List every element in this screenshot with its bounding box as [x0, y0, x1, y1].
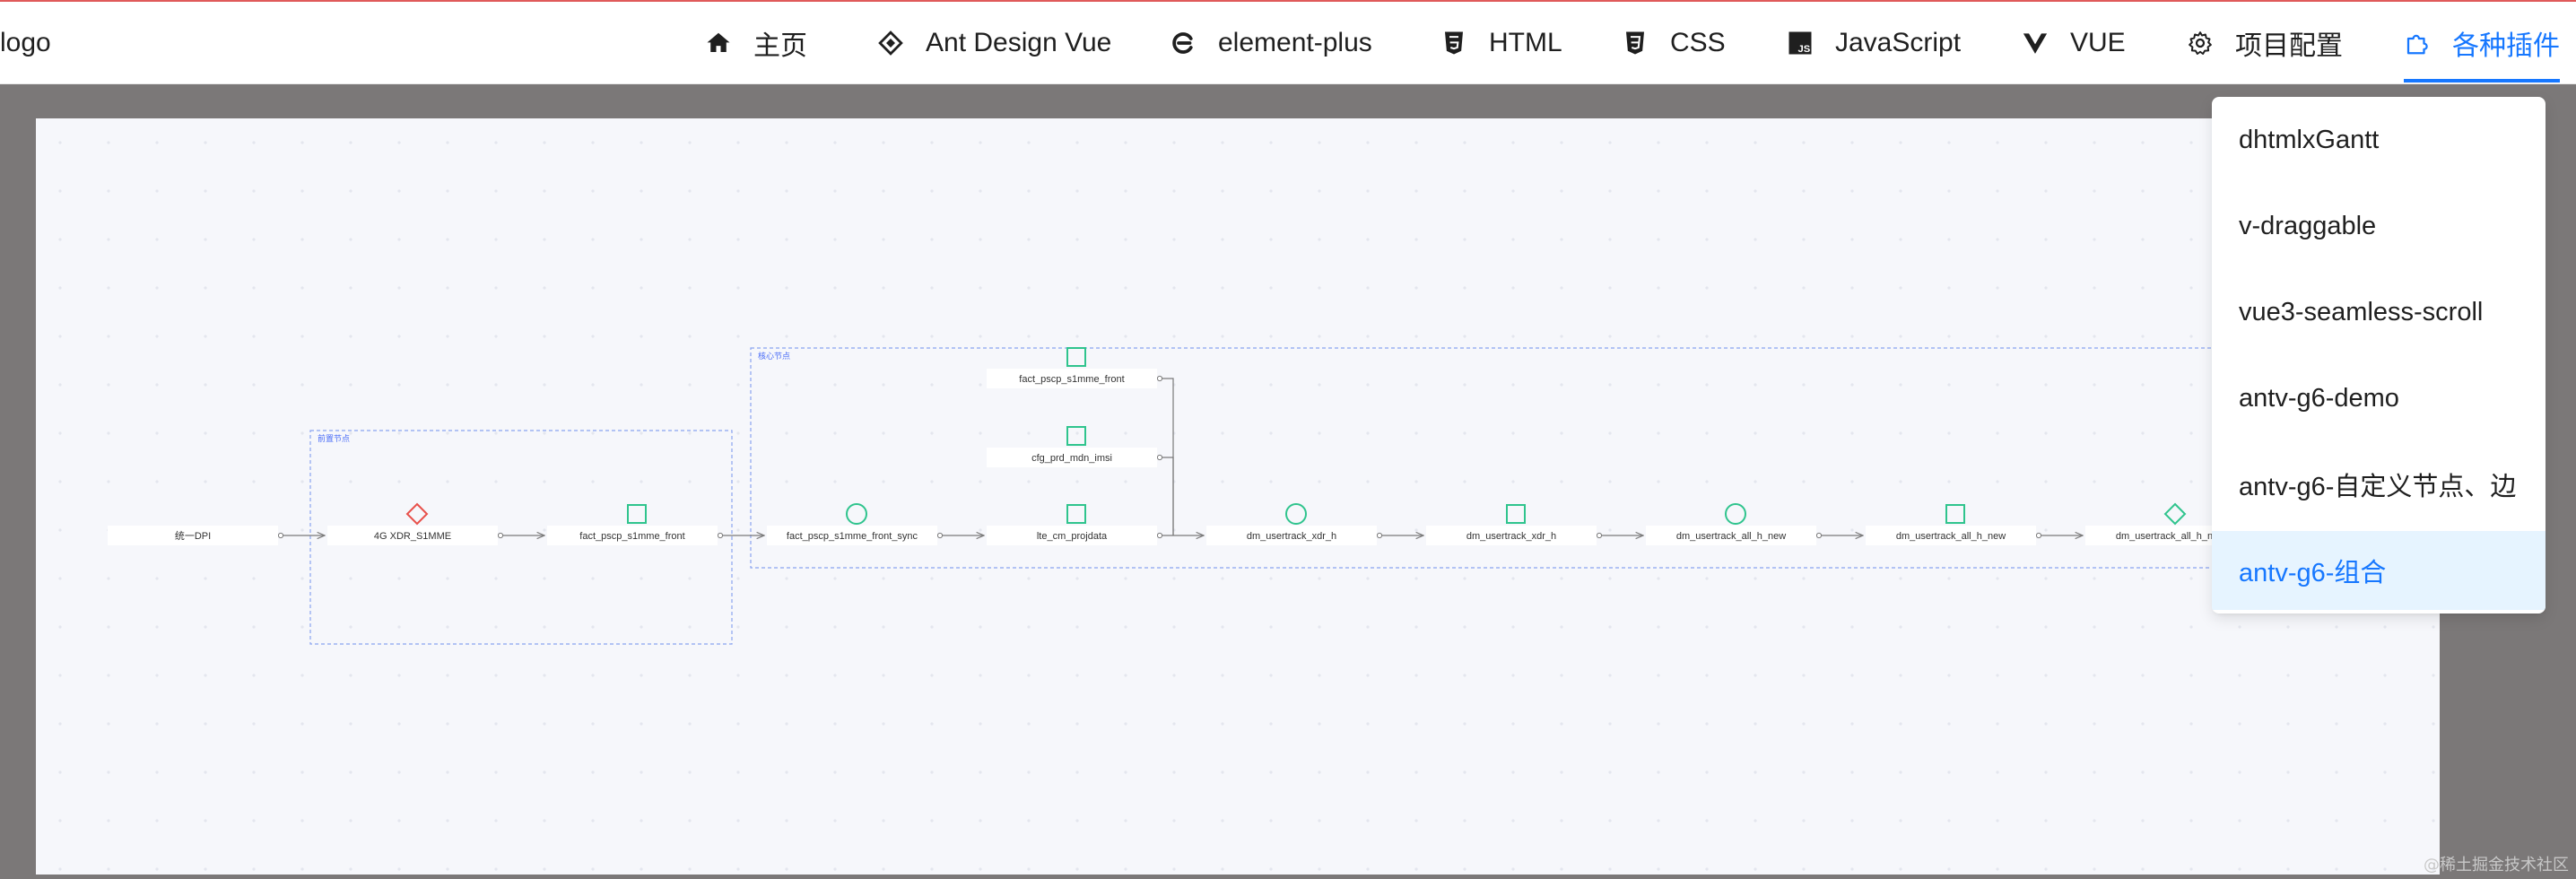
diamond-icon [2163, 502, 2187, 526]
graph-node[interactable]: fact_pscp_s1mme_front [987, 347, 1157, 388]
nav-label: JavaScript [1835, 27, 1962, 57]
gear-icon [2187, 30, 2214, 57]
nav-item-vue[interactable]: VUE [2022, 2, 2126, 83]
circle-icon [846, 503, 867, 525]
node-label: fact_pscp_s1mme_front_sync [787, 531, 918, 542]
nav-item-html[interactable]: HTML [1440, 2, 1562, 83]
nav-label: HTML [1489, 27, 1562, 57]
graph-node[interactable]: 统一DPI [108, 526, 278, 545]
menu-item-antv-g6-custom-node-edge[interactable]: antv-g6-自定义节点、边 [2212, 445, 2546, 524]
square-icon [1506, 504, 1526, 524]
node-label: cfg_prd_mdn_imsi [1031, 453, 1112, 464]
element-plus-icon [1170, 30, 1197, 57]
graph-node[interactable]: 4G XDR_S1MME [327, 502, 498, 545]
circle-icon [1285, 503, 1307, 525]
graph-node[interactable]: dm_usertrack_all_h_new [1646, 503, 1816, 545]
antd-icon [877, 30, 904, 57]
combo-label: 核心节点 [758, 351, 790, 361]
puzzle-icon [2404, 30, 2431, 57]
svg-text:JS: JS [1798, 44, 1811, 55]
plugins-dropdown-menu: dhtmlxGantt v-draggable vue3-seamless-sc… [2212, 97, 2546, 614]
diamond-icon [405, 502, 429, 526]
graph-node[interactable]: cfg_prd_mdn_imsi [987, 426, 1157, 467]
nav-label: 项目配置 [2235, 30, 2343, 61]
graph-node[interactable]: dm_usertrack_xdr_h [1206, 503, 1377, 545]
menu-item-v-draggable[interactable]: v-draggable [2212, 187, 2546, 265]
nav-label: 主页 [753, 30, 807, 61]
nav-label: element-plus [1218, 27, 1372, 57]
edges [281, 378, 2083, 535]
menu-item-antv-g6-combo[interactable]: antv-g6-组合 [2212, 531, 2546, 610]
logo[interactable]: logo [0, 25, 51, 61]
node-label: fact_pscp_s1mme_front [579, 531, 684, 542]
graph-node[interactable]: lte_cm_projdata [987, 504, 1157, 545]
node-label: dm_usertrack_all_h_new [1896, 531, 2006, 542]
node-label: lte_cm_projdata [1037, 531, 1108, 542]
graph-node[interactable]: dm_usertrack_all_h_new [1866, 504, 2036, 545]
square-icon [1066, 504, 1086, 524]
square-icon [1066, 347, 1086, 367]
graph-node[interactable]: fact_pscp_s1mme_front [547, 504, 718, 545]
home-icon [705, 30, 732, 57]
square-icon [627, 504, 647, 524]
nav-label: 各种插件 [2452, 30, 2560, 61]
combo-label: 前置节点 [318, 433, 350, 443]
nav-item-element-plus[interactable]: element-plus [1170, 2, 1372, 83]
nav-item-ant-design-vue[interactable]: Ant Design Vue [877, 2, 1111, 83]
node-label: dm_usertrack_all_h_new [2116, 531, 2225, 542]
nav-item-javascript[interactable]: JS JavaScript [1787, 2, 1961, 83]
html5-icon [1440, 30, 1467, 57]
graph-node[interactable]: fact_pscp_s1mme_front_sync [767, 503, 937, 545]
ports [277, 375, 2042, 539]
top-navbar: logo 主页 Ant Design Vue element-plus HTML… [0, 2, 2576, 84]
javascript-icon: JS [1787, 30, 1814, 57]
menu-item-dhtmlxgantt[interactable]: dhtmlxGantt [2212, 100, 2546, 179]
node-label: dm_usertrack_xdr_h [1247, 531, 1336, 542]
node-label: fact_pscp_s1mme_front [1019, 374, 1124, 385]
nav-item-plugins[interactable]: 各种插件 [2404, 2, 2560, 83]
nav-item-project-config[interactable]: 项目配置 [2187, 2, 2343, 83]
g6-graph[interactable]: 前置节点 核心节点 统一DPI 4G XDR_S1MME fact_pscp_s… [36, 118, 2440, 875]
node-label: 4G XDR_S1MME [374, 531, 451, 542]
watermark: @稀土掘金技术社区 [2424, 856, 2569, 875]
nav-label: Ant Design Vue [926, 27, 1112, 57]
menu-item-antv-g6-demo[interactable]: antv-g6-demo [2212, 359, 2546, 438]
circle-icon [1725, 503, 1746, 525]
nav-item-home[interactable]: 主页 [705, 2, 807, 83]
graph-node[interactable]: dm_usertrack_xdr_h [1426, 504, 1597, 545]
node-label: dm_usertrack_xdr_h [1466, 531, 1556, 542]
graph-canvas[interactable]: 前置节点 核心节点 统一DPI 4G XDR_S1MME fact_pscp_s… [36, 118, 2440, 875]
nav-item-css[interactable]: CSS [1622, 2, 1726, 83]
node-label: 统一DPI [175, 530, 211, 542]
nav-label: VUE [2070, 27, 2126, 57]
css3-icon [1622, 30, 1649, 57]
active-tab-indicator [2404, 79, 2560, 83]
vue-icon [2022, 30, 2049, 57]
square-icon [1066, 426, 1086, 446]
square-icon [1945, 504, 1965, 524]
menu-item-vue3-seamless-scroll[interactable]: vue3-seamless-scroll [2212, 273, 2546, 352]
nav-label: CSS [1670, 27, 1726, 57]
node-label: dm_usertrack_all_h_new [1676, 531, 1786, 542]
